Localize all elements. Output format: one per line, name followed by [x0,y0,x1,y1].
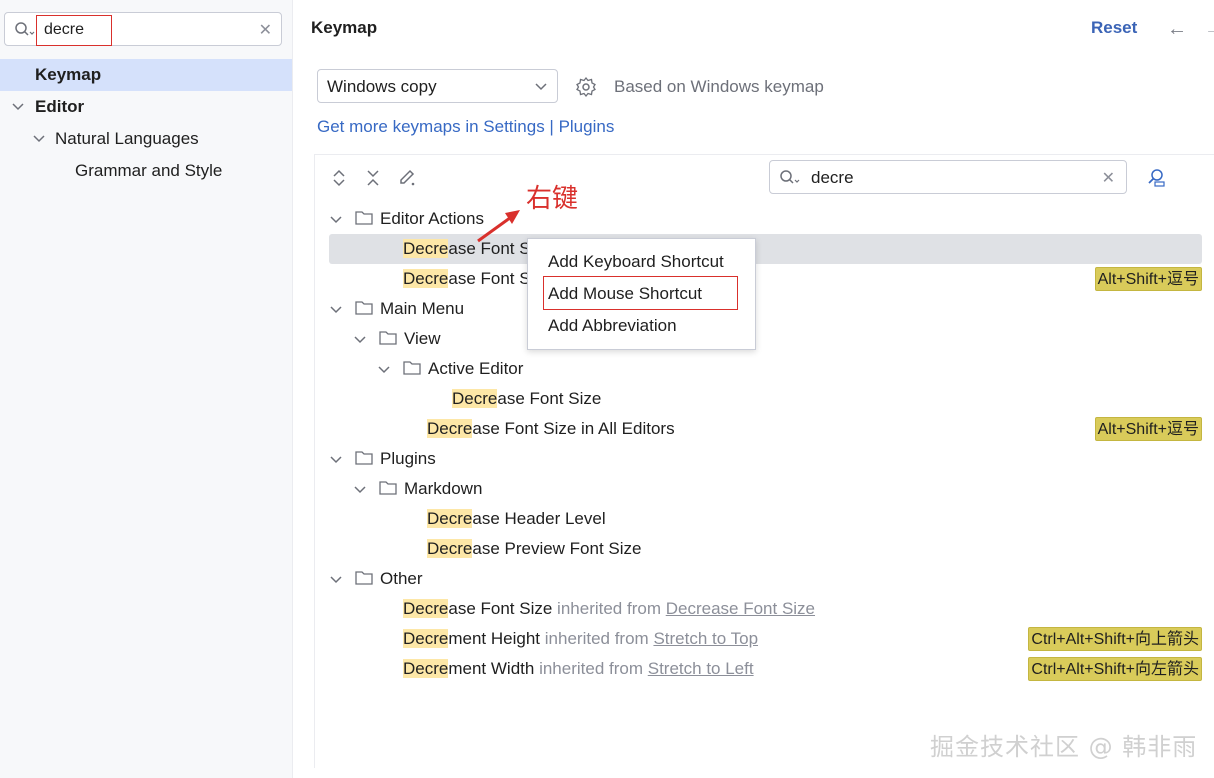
page-title: Keymap [311,18,378,37]
match-highlight: Decre [452,389,498,408]
chevron-down-icon[interactable] [330,213,342,225]
chevron-down-icon[interactable] [32,132,46,146]
inherited-label: inherited from [539,659,644,678]
tree-row[interactable]: Decrease Font Size in All Editors Alt+Sh… [329,414,1202,444]
shortcut-badge: Alt+Shift+逗号 [1094,417,1202,441]
expand-all-icon[interactable] [329,168,349,188]
tree-row-selected[interactable]: Decrease Font S [329,234,1202,264]
match-highlight: Decre [427,419,473,438]
match-highlight: Decre [403,269,449,288]
folder-icon [379,331,397,345]
search-icon [780,170,800,184]
tree-row[interactable]: Decrement Height inherited from Stretch … [329,624,1202,654]
tree-group-label: Other [380,569,423,588]
keymap-select-value: Windows copy [327,77,437,96]
sidebar-item-label: Natural Languages [55,129,199,148]
settings-search-field[interactable]: decre ✕ [4,12,282,46]
tree-group-label: Plugins [380,449,436,468]
reset-button[interactable]: Reset [1091,18,1137,38]
chevron-down-icon[interactable] [378,363,390,375]
tree-group-label: Editor Actions [380,209,484,228]
inherited-link[interactable]: Decrease Font Size [666,599,815,618]
shortcut-badge: Ctrl+Alt+Shift+向上箭头 [1028,627,1202,651]
chevron-down-icon[interactable] [354,483,366,495]
folder-icon [355,211,373,225]
match-highlight: Decre [403,239,449,258]
tree-group-label: Main Menu [380,299,465,318]
action-name: ase Font S [448,269,531,288]
tree-group-label: Markdown [404,479,483,498]
menu-item-add-keyboard-shortcut[interactable]: Add Keyboard Shortcut [548,252,724,272]
annotation-arrow-icon [477,210,520,243]
clear-search-icon[interactable]: ✕ [1102,168,1115,188]
inherited-link[interactable]: Stretch to Top [653,629,758,648]
get-more-keymaps-link[interactable]: Get more keymaps in Settings | Plugins [317,117,614,137]
action-search-field[interactable]: decre ✕ [769,160,1127,194]
menu-item-add-abbreviation[interactable]: Add Abbreviation [548,316,677,336]
tree-row[interactable]: Decrease Header Level [427,504,606,534]
sidebar-item-grammar-and-style[interactable]: Grammar and Style [0,155,292,187]
tree-row[interactable]: Decrease Preview Font Size [427,534,642,564]
clear-search-icon[interactable]: ✕ [259,20,272,40]
sidebar-item-label: Editor [35,97,85,116]
tree-row[interactable]: Decrease Font Size [452,384,601,414]
action-search-input[interactable]: decre [811,168,854,188]
collapse-all-icon[interactable] [363,168,383,188]
folder-icon [403,361,421,375]
sidebar-item-keymap[interactable]: Keymap [0,59,292,91]
keymap-select[interactable]: Windows copy [317,69,558,103]
forward-arrow-icon[interactable]: → [1204,18,1214,41]
folder-icon [355,301,373,315]
chevron-down-icon[interactable] [330,303,342,315]
tree-group-label: View [404,329,441,348]
action-name: ase Font Size [497,389,602,408]
chevron-down-icon[interactable] [330,573,342,585]
watermark: 掘金技术社区 @ 韩非雨 [930,733,1198,761]
find-by-shortcut-icon[interactable] [1145,166,1167,188]
action-name: ment Width [448,659,535,678]
context-menu: Add Keyboard Shortcut Add Mouse Shortcut… [527,238,756,350]
chevron-down-icon[interactable] [354,333,366,345]
settings-search-input[interactable]: decre [36,15,112,46]
tree-group-label: Active Editor [428,359,524,378]
action-name: ase Font Size [448,599,553,618]
shortcut-badge: Alt+Shift+逗号 [1094,267,1202,291]
search-icon [15,22,35,36]
chevron-down-icon[interactable] [11,100,25,114]
inherited-label: inherited from [557,599,661,618]
action-name: ase Header Level [472,509,606,528]
gear-icon[interactable] [575,76,597,98]
settings-sidebar: decre ✕ Keymap Editor Natural Languages … [0,0,293,778]
sidebar-item-editor[interactable]: Editor [0,91,292,123]
inherited-label: inherited from [544,629,649,648]
action-name: ment Height [448,629,541,648]
action-name: ase Font Size in All Editors [472,419,675,438]
shortcut-badge: Ctrl+Alt+Shift+向左箭头 [1028,657,1202,681]
based-on-label: Based on Windows keymap [614,77,824,96]
folder-icon [355,451,373,465]
inherited-link[interactable]: Stretch to Left [648,659,754,678]
sidebar-item-label: Grammar and Style [75,161,223,180]
chevron-down-icon[interactable] [330,453,342,465]
folder-icon [355,571,373,585]
action-name: ase Preview Font Size [472,539,642,558]
keymap-panel: Keymap Reset ← → Windows copy Based on W… [294,0,1214,778]
chevron-down-icon [535,83,547,91]
match-highlight: Decre [427,509,473,528]
tree-row[interactable]: Decrease Font S Alt+Shift+逗号 [329,264,1202,294]
back-arrow-icon[interactable]: ← [1167,18,1187,41]
match-highlight: Decre [403,629,449,648]
menu-item-add-mouse-shortcut[interactable]: Add Mouse Shortcut [548,284,702,304]
edit-shortcut-icon[interactable] [397,168,417,188]
tree-row[interactable]: Decrease Font Size inherited from Decrea… [403,594,815,624]
sidebar-item-natural-languages[interactable]: Natural Languages [0,123,292,155]
match-highlight: Decre [403,599,449,618]
sidebar-item-label: Keymap [35,65,102,84]
match-highlight: Decre [427,539,473,558]
tree-row[interactable]: Decrement Width inherited from Stretch t… [329,654,1202,684]
folder-icon [379,481,397,495]
annotation-label: 右键 [526,184,579,214]
match-highlight: Decre [403,659,449,678]
